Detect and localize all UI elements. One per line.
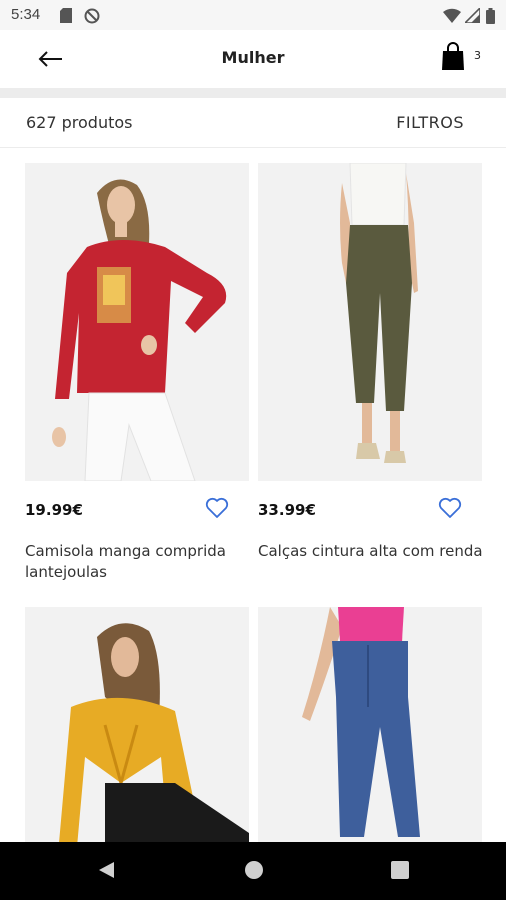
page-title: Mulher	[221, 48, 285, 67]
product-count: 627 produtos	[26, 113, 133, 132]
battery-icon	[486, 8, 495, 28]
status-bar: 5:34	[0, 0, 506, 30]
home-circle-icon[interactable]	[244, 860, 264, 884]
header-divider	[0, 88, 506, 98]
recents-square-icon[interactable]	[390, 860, 410, 884]
product-name[interactable]: Camisola manga comprida lantejoulas	[25, 541, 259, 583]
product-image[interactable]	[25, 163, 249, 481]
system-navigation-bar	[0, 842, 506, 900]
sd-card-icon	[60, 8, 72, 27]
back-triangle-icon[interactable]	[96, 860, 116, 884]
filters-button[interactable]: FILTROS	[396, 113, 464, 132]
product-name[interactable]: Calças cintura alta com renda	[258, 541, 492, 562]
favorite-button[interactable]	[438, 497, 464, 521]
app-header: Mulher 3	[0, 30, 506, 88]
cell-signal-icon	[463, 6, 481, 27]
product-price: 33.99€	[258, 501, 316, 519]
heart-icon	[438, 497, 462, 523]
results-toolbar: 627 produtos FILTROS	[0, 98, 506, 148]
do-not-disturb-icon	[84, 8, 100, 28]
status-time: 5:34	[11, 6, 41, 23]
favorite-button[interactable]	[205, 497, 231, 521]
product-price: 19.99€	[25, 501, 83, 519]
wifi-icon	[443, 8, 461, 27]
cart-button[interactable]: 3	[440, 42, 492, 74]
shopping-bag-icon	[440, 42, 466, 74]
product-image[interactable]	[258, 163, 482, 481]
heart-icon	[205, 497, 229, 523]
cart-count-badge: 3	[474, 49, 481, 62]
